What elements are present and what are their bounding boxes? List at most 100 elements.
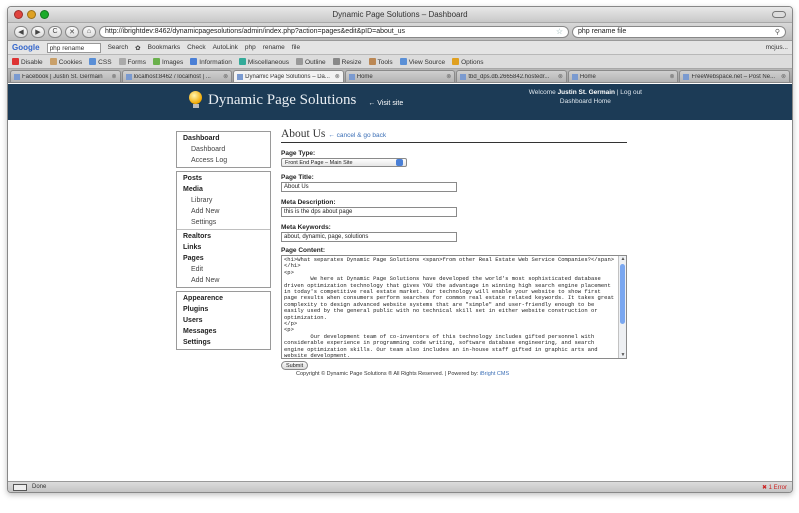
sidebar-heading-users[interactable]: Users [177, 315, 270, 326]
dev-toolbar-item[interactable]: Disable [12, 57, 43, 66]
google-toolbar-item[interactable]: ✿ [135, 44, 140, 52]
bookmark-star-icon[interactable]: ☆ [556, 27, 563, 36]
sidebar-item-media-settings[interactable]: Settings [177, 217, 270, 228]
scroll-down-icon[interactable]: ▼ [619, 352, 626, 358]
textarea-scrollbar[interactable]: ▲ ▼ [618, 256, 626, 358]
dev-toolbar-item[interactable]: Tools [368, 57, 393, 66]
sidebar-item-pages-add-new[interactable]: Add New [177, 275, 270, 286]
search-field-value: php rename file [578, 28, 627, 35]
site-logo[interactable]: Dynamic Page Solutions ← Visit site [189, 91, 403, 109]
toolbar-toggle-button[interactable] [772, 11, 786, 18]
dev-toolbar-item[interactable]: View Source [399, 57, 445, 66]
page-title: About Us ← cancel & go back [281, 128, 627, 143]
tab-phpmyadmin[interactable]: localhost:8462 / localhost | ... ⊗ [121, 70, 233, 82]
scrollbar-thumb[interactable] [620, 264, 625, 324]
close-tab-icon[interactable]: ⊗ [335, 73, 340, 80]
dev-toolbar-item[interactable]: Outline [296, 57, 326, 66]
sidebar-heading-posts[interactable]: Posts [177, 173, 270, 184]
google-toolbar-item[interactable]: Bookmarks [148, 44, 181, 51]
tab-bar: Facebook | Justin St. Germain ⊗ localhost… [8, 69, 792, 83]
address-bar[interactable]: http://ibrightdev:8462/dynamicpagesoluti… [99, 25, 569, 38]
dev-toolbar-label: Images [161, 58, 184, 66]
google-account-menu[interactable]: mcjus... [766, 44, 788, 51]
favicon-icon [348, 73, 355, 80]
search-icon[interactable]: ⚲ [775, 28, 780, 36]
google-toolbar-item[interactable]: file [292, 44, 300, 51]
footer: Copyright © Dynamic Page Solutions ® All… [281, 371, 627, 377]
google-toolbar-item[interactable]: Search [108, 44, 129, 51]
visit-site-link[interactable]: ← Visit site [368, 100, 403, 107]
dev-toolbar-item[interactable]: CSS [89, 57, 112, 66]
meta-keywords-field[interactable]: about, dynamic, page, solutions [281, 232, 457, 242]
sidebar-box: Posts Media Library Add New Settings Rea… [176, 171, 271, 288]
back-button[interactable]: ◀ [14, 25, 28, 38]
close-tab-icon[interactable]: ⊗ [781, 73, 786, 80]
google-toolbar-item[interactable]: rename [263, 44, 285, 51]
close-tab-icon[interactable]: ⊗ [446, 73, 451, 80]
dev-toolbar-item[interactable]: Information [190, 57, 232, 66]
page-title-field[interactable]: About Us [281, 182, 457, 192]
sidebar-heading-links[interactable]: Links [177, 242, 270, 253]
dev-toolbar-label: Miscellaneous [247, 58, 290, 66]
sidebar-item-pages-edit[interactable]: Edit [177, 264, 270, 275]
user-name: Justin St. Germain [557, 89, 615, 96]
tab-label: tbd_dps.db.2665842.hostedr... [468, 73, 550, 80]
sidebar-heading-plugins[interactable]: Plugins [177, 304, 270, 315]
sidebar-heading-media[interactable]: Media [177, 184, 270, 195]
tab-home[interactable]: Home ⊗ [344, 70, 456, 82]
sidebar-item-access-log[interactable]: Access Log [177, 155, 270, 166]
disable-icon [12, 57, 19, 65]
sidebar-heading-dashboard[interactable]: Dashboard [177, 133, 270, 144]
sidebar-item-media-add-new[interactable]: Add New [177, 206, 270, 217]
sidebar-heading-messages[interactable]: Messages [177, 326, 270, 337]
close-tab-icon[interactable]: ⊗ [558, 73, 563, 80]
sidebar-heading-pages[interactable]: Pages [177, 253, 270, 264]
reload-button[interactable]: C [48, 25, 62, 38]
tab-dynamic-page-solutions[interactable]: Dynamic Page Solutions – Da... ⊗ [233, 70, 344, 82]
close-tab-icon[interactable]: ⊗ [112, 73, 117, 80]
logout-link[interactable]: | Log out [615, 89, 642, 96]
home-button[interactable]: ⌂ [82, 25, 96, 38]
meta-description-field[interactable]: this is the dps about page [281, 207, 457, 217]
dev-toolbar-item[interactable]: Images [152, 57, 184, 66]
tab-label: localhost:8462 / localhost | ... [133, 73, 211, 80]
google-toolbar-item[interactable]: AutoLink [213, 44, 238, 51]
tab-facebook[interactable]: Facebook | Justin St. Germain ⊗ [10, 70, 121, 82]
close-tab-icon[interactable]: ⊗ [669, 73, 674, 80]
tab-database[interactable]: tbd_dps.db.2665842.hostedr... ⊗ [456, 70, 567, 82]
scroll-up-icon[interactable]: ▲ [619, 256, 626, 262]
sidebar-heading-appearence[interactable]: Appearence [177, 293, 270, 304]
tab-freewebspace[interactable]: FreeWebspace.net – Post Ne... ⊗ [679, 70, 791, 82]
dev-toolbar-item[interactable]: Cookies [49, 57, 82, 66]
google-toolbar-item[interactable]: php [245, 44, 256, 51]
sidebar-box: Dashboard Dashboard Access Log [176, 131, 271, 168]
tab-label: Facebook | Justin St. Germain [22, 73, 103, 80]
submit-button[interactable]: Submit [281, 361, 309, 370]
welcome-area: Welcome Justin St. Germain | Log out Das… [529, 88, 642, 106]
page-content-textarea[interactable]: <h1>What separates Dynamic Page Solution… [281, 255, 627, 359]
dev-toolbar-item[interactable]: Resize [332, 57, 362, 66]
error-count[interactable]: 1 Error [762, 484, 787, 491]
forward-button[interactable]: ▶ [31, 25, 45, 38]
dev-toolbar-item[interactable]: Miscellaneous [238, 57, 290, 66]
dev-toolbar-item[interactable]: Options [452, 57, 483, 66]
sidebar-heading-settings[interactable]: Settings [177, 337, 270, 348]
cancel-link[interactable]: ← cancel & go back [328, 132, 386, 139]
sidebar-item-dashboard[interactable]: Dashboard [177, 144, 270, 155]
stop-button[interactable]: ✕ [65, 25, 79, 38]
lightbulb-icon [189, 91, 202, 109]
dev-toolbar-label: CSS [98, 58, 112, 66]
browser-search-field[interactable]: php rename file ⚲ [572, 25, 786, 38]
browser-window: Dynamic Page Solutions – Dashboard ◀ ▶ C… [7, 6, 793, 493]
tab-home[interactable]: Home ⊗ [567, 70, 679, 82]
favicon-icon [125, 73, 132, 80]
dashboard-home-link[interactable]: Dashboard Home [529, 97, 642, 106]
sidebar-heading-realtors[interactable]: Realtors [177, 231, 270, 242]
dev-toolbar-item[interactable]: Forms [118, 57, 146, 66]
footer-cms-link[interactable]: iBright CMS [480, 371, 509, 377]
google-toolbar-item[interactable]: Check [187, 44, 205, 51]
page-type-select[interactable]: Front End Page – Main Site [281, 158, 407, 167]
close-tab-icon[interactable]: ⊗ [223, 73, 228, 80]
sidebar-item-library[interactable]: Library [177, 195, 270, 206]
google-toolbar-search-input[interactable]: php rename [46, 42, 101, 53]
